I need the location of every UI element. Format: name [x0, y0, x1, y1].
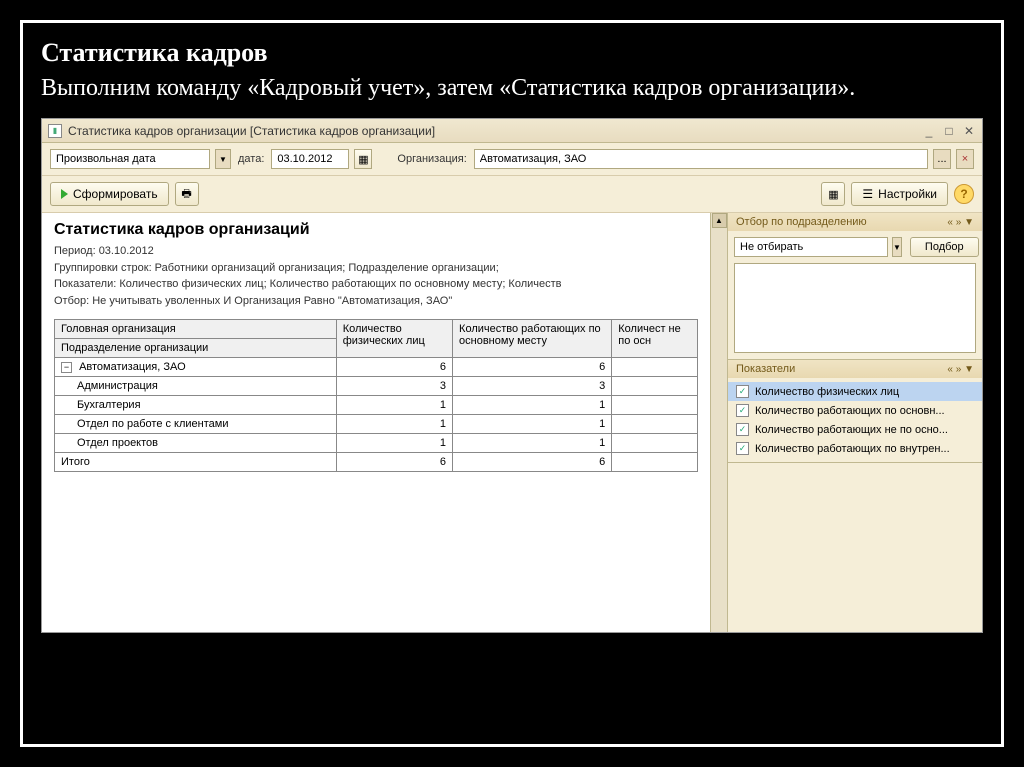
table-row[interactable]: − Автоматизация, ЗАО66	[55, 358, 698, 377]
report-table: Головная организация Количество физическ…	[54, 319, 698, 472]
dept-filter-mode[interactable]	[734, 237, 888, 257]
scroll-up-icon[interactable]: ▲	[712, 213, 727, 228]
col-header-notmain: Количест не по осн	[612, 320, 698, 358]
collapse-icon[interactable]: −	[61, 362, 72, 373]
org-label: Организация:	[397, 153, 466, 165]
help-icon[interactable]: ?	[954, 184, 974, 204]
form-button-label: Сформировать	[73, 187, 158, 201]
total-c2: 6	[453, 453, 612, 472]
col-header-dept: Подразделение организации	[55, 339, 337, 358]
dept-list[interactable]	[734, 263, 976, 353]
chart-icon: ▮	[48, 124, 62, 138]
indicator-item[interactable]: ✓ Количество работающих не по осно...	[728, 420, 982, 439]
indicator-label: Количество работающих по внутрен...	[755, 443, 950, 455]
table-row[interactable]: Отдел проектов11	[55, 434, 698, 453]
indicator-item[interactable]: ✓ Количество физических лиц	[728, 382, 982, 401]
close-button[interactable]: ✕	[962, 124, 976, 138]
table-row[interactable]: Отдел по работе с клиентами11	[55, 415, 698, 434]
side-pane: Отбор по подразделению « » ▼ ▼ Подбор	[727, 213, 982, 632]
total-c3	[612, 453, 698, 472]
checkbox-icon[interactable]: ✓	[736, 423, 749, 436]
report-pane: Статистика кадров организаций Период: 03…	[42, 213, 710, 632]
panel-dept-header: Отбор по подразделению « » ▼	[728, 213, 982, 231]
report-meta: Период: 03.10.2012 Группировки строк: Ра…	[54, 243, 698, 309]
minimize-button[interactable]: _	[922, 124, 936, 138]
panel-nav-icons-2[interactable]: « » ▼	[947, 364, 974, 375]
total-c1: 6	[336, 453, 452, 472]
form-button[interactable]: Сформировать	[50, 182, 169, 206]
col-header-org: Головная организация	[55, 320, 337, 339]
settings-button[interactable]: ☰ Настройки	[851, 182, 948, 206]
report-title: Статистика кадров организаций	[54, 221, 698, 239]
org-input[interactable]	[474, 149, 928, 169]
checkbox-icon[interactable]: ✓	[736, 404, 749, 417]
maximize-button[interactable]: □	[942, 124, 956, 138]
calendar-icon[interactable]: ▦	[354, 149, 372, 169]
period-mode-select[interactable]	[50, 149, 210, 169]
settings-icon: ☰	[862, 187, 873, 201]
play-icon	[61, 189, 68, 199]
slide-subtitle: Выполним команду «Кадровый учет», затем …	[41, 70, 983, 106]
scrollbar[interactable]: ▲	[710, 213, 727, 632]
total-label: Итого	[55, 453, 337, 472]
panel-indicators-header: Показатели « » ▼	[728, 360, 982, 378]
indicator-item[interactable]: ✓ Количество работающих по внутрен...	[728, 439, 982, 458]
dept-filter-dropdown[interactable]: ▼	[892, 237, 902, 257]
selection-button[interactable]: Подбор	[910, 237, 979, 257]
indicator-item[interactable]: ✓ Количество работающих по основн...	[728, 401, 982, 420]
panel-nav-icons[interactable]: « » ▼	[947, 217, 974, 228]
indicator-list: ✓ Количество физических лиц ✓ Количество ра…	[728, 378, 982, 462]
print-icon[interactable]: 🖶	[175, 182, 199, 206]
org-clear-button[interactable]: ×	[956, 149, 974, 169]
org-lookup-button[interactable]: ...	[933, 149, 951, 169]
period-dropdown-button[interactable]: ▼	[215, 149, 231, 169]
table-row[interactable]: Администрация33	[55, 377, 698, 396]
window-title: Статистика кадров организации [Статистик…	[68, 124, 922, 138]
date-input[interactable]	[271, 149, 349, 169]
date-label: дата:	[238, 153, 264, 165]
settings-label: Настройки	[878, 187, 937, 201]
col-header-persons: Количество физических лиц	[336, 320, 452, 358]
filter-bar: ▼ дата: ▦ Организация: ... ×	[42, 143, 982, 176]
slide-title: Статистика кадров	[41, 38, 983, 68]
col-header-main: Количество работающих по основному месту	[453, 320, 612, 358]
checkbox-icon[interactable]: ✓	[736, 385, 749, 398]
indicator-label: Количество работающих не по осно...	[755, 424, 948, 436]
checkbox-icon[interactable]: ✓	[736, 442, 749, 455]
grid-icon[interactable]: ▦	[821, 182, 845, 206]
table-row[interactable]: Бухгалтерия11	[55, 396, 698, 415]
app-window: ▮ Статистика кадров организации [Статист…	[41, 118, 983, 633]
titlebar: ▮ Статистика кадров организации [Статист…	[42, 119, 982, 143]
indicator-label: Количество работающих по основн...	[755, 405, 945, 417]
toolbar: Сформировать 🖶 ▦ ☰ Настройки ?	[42, 176, 982, 213]
indicator-label: Количество физических лиц	[755, 386, 899, 398]
